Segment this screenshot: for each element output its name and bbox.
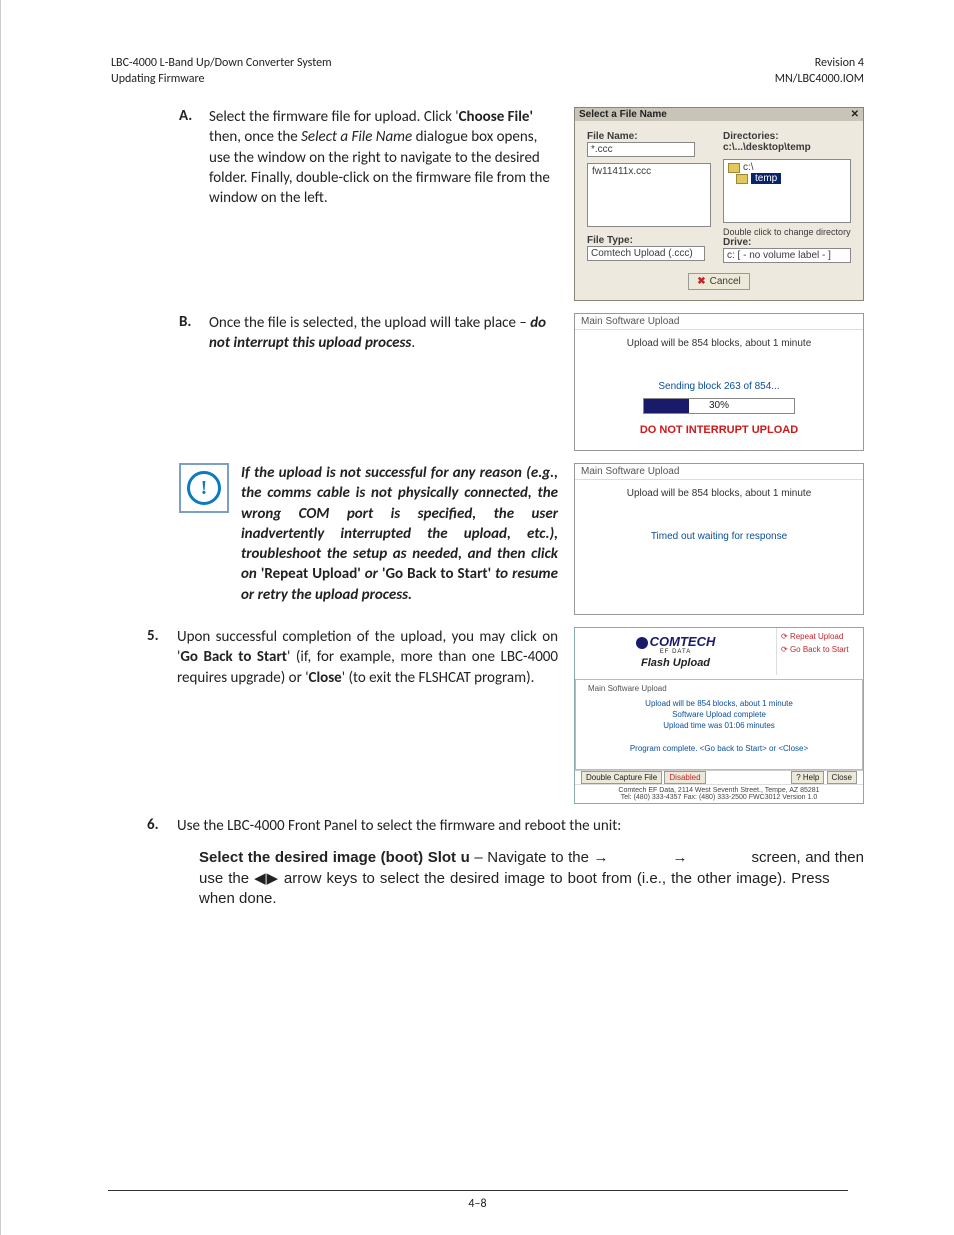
step-b-marker: B. [179, 313, 201, 354]
page-footer: 4–8 [1, 1190, 954, 1211]
step-5-text: Upon successful completion of the upload… [177, 627, 558, 688]
go-back-link: ⟳ Go Back to Start [781, 645, 859, 654]
progress-bar: 30% [643, 398, 795, 414]
boot-paragraph: Select the desired image (boot) Slot u –… [199, 848, 864, 909]
caution-icon: ! [179, 463, 229, 513]
step-a-marker: A. [179, 107, 201, 208]
page-header: LBC-4000 L-Band Up/Down Converter System… [111, 56, 864, 87]
step-6-text: Use the LBC-4000 Front Panel to select t… [177, 816, 621, 836]
header-left: LBC-4000 L-Band Up/Down Converter System… [111, 56, 332, 87]
cancel-button: ✖Cancel [688, 273, 750, 290]
step-5-marker: 5. [147, 627, 169, 688]
caution-text: If the upload is not successful for any … [241, 463, 558, 615]
flash-upload-screenshot: COMTECH EF DATA Flash Upload ⟳ Repeat Up… [574, 627, 864, 804]
help-button: ? Help [791, 771, 824, 784]
step-a-text: Select the firmware file for upload. Cli… [209, 107, 558, 208]
upload-timeout-screenshot: Main Software Upload Upload will be 854 … [574, 463, 864, 615]
header-right: Revision 4 MN/LBC4000.IOM [775, 56, 864, 87]
file-dialog-screenshot: Select a File Name✕ File Name: *.ccc fw1… [574, 107, 864, 301]
step-b-text: Once the file is selected, the upload wi… [209, 313, 558, 354]
upload-progress-screenshot: Main Software Upload Upload will be 854 … [574, 313, 864, 451]
step-6-marker: 6. [147, 816, 169, 836]
close-button: Close [827, 771, 857, 784]
repeat-upload-link: ⟳ Repeat Upload [781, 632, 859, 641]
close-icon: ✕ [851, 109, 859, 120]
